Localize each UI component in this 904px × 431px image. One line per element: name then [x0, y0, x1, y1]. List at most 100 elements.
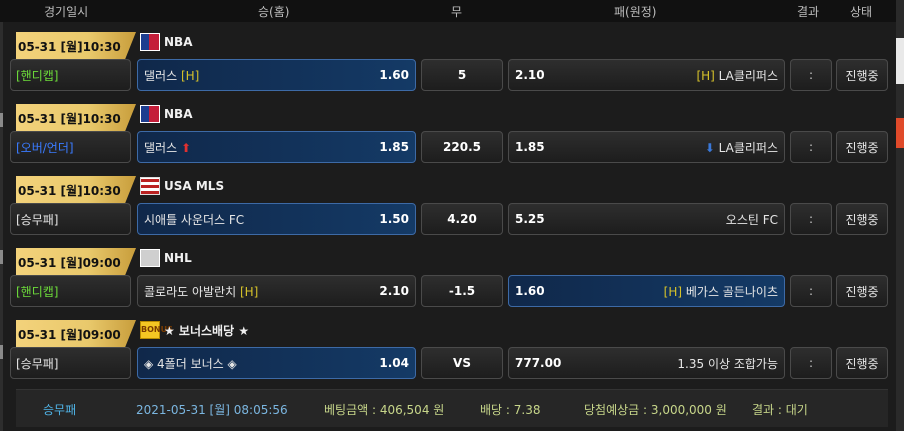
league-label: NHL	[140, 249, 192, 267]
league-name: ★ 보너스배당 ★	[164, 323, 250, 338]
match-group: 05-31 [월]09:00 BONUS ★ 보너스배당 ★ [승무패] ◈ 4폴더 보…	[10, 313, 896, 385]
result-box: :	[790, 203, 832, 235]
bet-row: [승무패] 시애틀 사운더스 FC 1.50 4.20 5.25 오스틴 FC: 진행중	[10, 203, 896, 236]
home-team-name: 댈러스	[144, 140, 178, 155]
match-group: 05-31 [월]09:00 NHL [핸디캡] 콜로라도 아발란치 [H] 2.10-…	[10, 241, 896, 313]
nba-logo-icon	[140, 105, 160, 123]
header-result: 결과	[797, 5, 820, 19]
away-team-name: 1.35 이상 조합가능	[677, 356, 778, 371]
bonus-badge-icon: BONUS	[140, 321, 173, 339]
league-label: NBA	[140, 105, 192, 123]
match-datetime: 05-31 [월]09:00	[16, 320, 136, 350]
away-odds: 2.10	[515, 68, 545, 82]
home-team-name: 시애틀 사운더스 FC	[144, 212, 245, 227]
away-odds: 777.00	[515, 356, 562, 370]
bet-type-badge: [핸디캡]	[10, 59, 131, 91]
draw-odds-button[interactable]: 5	[421, 59, 503, 91]
left-scroll-edge	[0, 0, 3, 431]
bet-row: [오버/언더] 댈러스 ⬆ 1.85 220.5 1.85 ⬇ LA클리퍼스: 진행중	[10, 131, 896, 164]
match-datetime: 05-31 [월]10:30	[16, 176, 136, 206]
home-odds: 1.04	[379, 356, 409, 370]
right-scrollbar[interactable]	[896, 0, 904, 431]
away-team-name: LA클리퍼스	[718, 140, 778, 155]
home-tag: [H]	[180, 68, 200, 83]
bet-type-badge: [핸디캡]	[10, 275, 131, 307]
league-name: USA MLS	[164, 179, 225, 193]
league-label: NBA	[140, 33, 192, 51]
status-button[interactable]: 진행중	[836, 203, 888, 235]
summary-type: 승무패	[43, 403, 77, 417]
table-header: 경기일시 승(홈) 무 패(원정) 결과 상태	[0, 0, 896, 22]
header-status: 상태	[850, 5, 873, 19]
away-odds: 5.25	[515, 212, 545, 226]
away-team-name: LA클리퍼스	[718, 68, 778, 83]
nhl-logo-icon	[140, 249, 160, 267]
away-odds: 1.60	[515, 284, 545, 298]
header-home: 승(홈)	[258, 5, 290, 19]
home-odds: 2.10	[379, 284, 409, 298]
home-odds-button[interactable]: ◈ 4폴더 보너스 ◈ 1.04	[137, 347, 416, 379]
header-away: 패(원정)	[614, 5, 657, 19]
league-name: NHL	[164, 251, 192, 265]
match-group: 05-31 [월]10:30 NBA [오버/언더] 댈러스 ⬆ 1.85 220.5 1.…	[10, 97, 896, 169]
status-button[interactable]: 진행중	[836, 131, 888, 163]
away-team-name: 오스틴 FC	[725, 212, 778, 227]
home-odds-button[interactable]: 댈러스 ⬆ 1.85	[137, 131, 416, 163]
away-odds: 1.85	[515, 140, 545, 154]
home-odds: 1.50	[379, 212, 409, 226]
home-odds-button[interactable]: 콜로라도 아발란치 [H] 2.10	[137, 275, 416, 307]
arrow-down-icon: ⬇	[704, 140, 715, 155]
result-box: :	[790, 59, 832, 91]
betting-slip-panel: 경기일시 승(홈) 무 패(원정) 결과 상태 05-31 [월]10:30 NB…	[0, 0, 904, 431]
away-tag: [H]	[696, 68, 715, 83]
away-odds-button[interactable]: 1.85 ⬇ LA클리퍼스	[508, 131, 785, 163]
draw-odds-button[interactable]: -1.5	[421, 275, 503, 307]
league-label: BONUS ★ 보너스배당 ★	[140, 321, 249, 339]
bet-row: [승무패] ◈ 4폴더 보너스 ◈ 1.04 VS 777.00 1.35 이상 조합가능…	[10, 347, 896, 380]
away-odds-button[interactable]: 777.00 1.35 이상 조합가능	[508, 347, 785, 379]
bet-row: [핸디캡] 댈러스 [H] 1.60 5 2.10 [H] LA클리퍼스: 진행중	[10, 59, 896, 92]
status-button[interactable]: 진행중	[836, 59, 888, 91]
result-box: :	[790, 131, 832, 163]
league-label: USA MLS	[140, 177, 224, 195]
bet-summary: 승무패 2021-05-31 [월] 08:05:56 베팅금액 : 406,5…	[16, 389, 888, 427]
match-datetime: 05-31 [월]10:30	[16, 104, 136, 134]
nba-logo-icon	[140, 33, 160, 51]
status-button[interactable]: 진행중	[836, 275, 888, 307]
home-team-name: 콜로라도 아발란치	[144, 284, 237, 299]
home-odds-button[interactable]: 댈러스 [H] 1.60	[137, 59, 416, 91]
arrow-up-icon: ⬆	[180, 140, 192, 155]
away-odds-button[interactable]: 2.10 [H] LA클리퍼스	[508, 59, 785, 91]
league-name: NBA	[164, 35, 193, 49]
home-tag: [H]	[239, 284, 259, 299]
bet-type-badge: [승무패]	[10, 347, 131, 379]
match-datetime: 05-31 [월]09:00	[16, 248, 136, 278]
bet-row: [핸디캡] 콜로라도 아발란치 [H] 2.10 -1.5 1.60 [H] 베가스 골든…	[10, 275, 896, 308]
home-team-name: ◈ 4폴더 보너스 ◈	[144, 356, 237, 371]
bet-type-badge: [오버/언더]	[10, 131, 131, 163]
home-odds-button[interactable]: 시애틀 사운더스 FC 1.50	[137, 203, 416, 235]
result-box: :	[790, 347, 832, 379]
away-tag: [H]	[663, 284, 683, 299]
summary-odds: 배당 : 7.38	[480, 403, 541, 417]
league-name: NBA	[164, 107, 193, 121]
match-group: 05-31 [월]10:30 NBA [핸디캡] 댈러스 [H] 1.60 5 2.10 [H…	[10, 25, 896, 97]
draw-odds-button[interactable]: 4.20	[421, 203, 503, 235]
usa-flag-icon	[140, 177, 160, 195]
draw-odds-button[interactable]: 220.5	[421, 131, 503, 163]
bet-type-badge: [승무패]	[10, 203, 131, 235]
match-datetime: 05-31 [월]10:30	[16, 32, 136, 62]
summary-datetime: 2021-05-31 [월] 08:05:56	[136, 403, 288, 417]
result-box: :	[790, 275, 832, 307]
home-odds: 1.85	[379, 140, 409, 154]
status-button[interactable]: 진행중	[836, 347, 888, 379]
home-team-name: 댈러스	[144, 68, 178, 83]
home-odds: 1.60	[379, 68, 409, 82]
draw-odds-button[interactable]: VS	[421, 347, 503, 379]
header-datetime: 경기일시	[44, 5, 89, 19]
away-odds-button[interactable]: 1.60 [H] 베가스 골든나이츠	[508, 275, 785, 307]
away-odds-button[interactable]: 5.25 오스틴 FC	[508, 203, 785, 235]
summary-result: 결과 : 대기	[752, 403, 808, 417]
summary-expected-win: 당첨예상금 : 3,000,000 원	[584, 403, 727, 417]
match-group: 05-31 [월]10:30 USA MLS [승무패] 시애틀 사운더스 FC 1.5…	[10, 169, 896, 241]
